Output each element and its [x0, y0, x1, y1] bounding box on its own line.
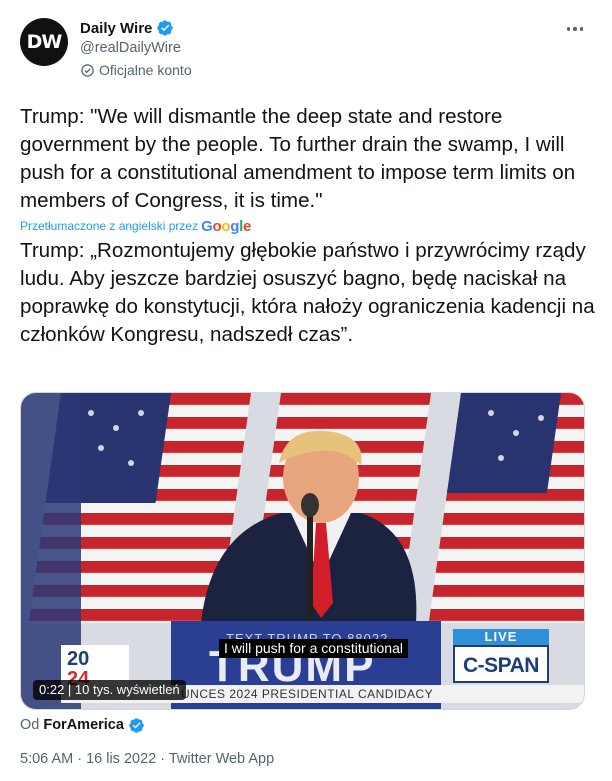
logo-2024-top: 20: [67, 648, 90, 670]
official-account-text: Oficjalne konto: [99, 62, 192, 78]
tweet-header: DW Daily Wire @realDailyWire Oficjalne k…: [20, 14, 592, 86]
live-label: LIVE: [453, 629, 549, 645]
account-handle[interactable]: @realDailyWire: [80, 40, 192, 56]
tweet-meta[interactable]: 5:06 AM · 16 lis 2022 · Twitter Web App: [20, 751, 274, 767]
translated-label: Przetłumaczone z angielski przez: [20, 219, 199, 233]
account-identity: Daily Wire @realDailyWire Oficjalne kont…: [80, 18, 192, 79]
name-row: Daily Wire: [80, 18, 192, 38]
verified-badge-icon: [129, 717, 144, 733]
avatar[interactable]: DW: [20, 18, 68, 66]
network-logo: C-SPAN: [453, 645, 549, 683]
video-player[interactable]: TEXT TRUMP TO 88022 TRUMP 20 24 LIVE C-S…: [20, 392, 585, 710]
verified-badge-icon: [157, 20, 174, 36]
official-account-icon: [81, 63, 94, 77]
via-source-link[interactable]: ForAmerica: [43, 717, 124, 733]
video-time-views: 0:22 | 10 tys. wyświetleń: [33, 680, 186, 700]
google-logo: Google: [201, 217, 251, 235]
video-source: Od ForAmerica: [20, 715, 145, 735]
tweet-text: Trump: "We will dismantle the deep state…: [20, 105, 576, 212]
official-account-label: Oficjalne konto: [80, 62, 192, 78]
video-caption: I will push for a constitutional: [219, 639, 408, 658]
cspan-bug: LIVE C-SPAN: [453, 629, 549, 683]
more-icon[interactable]: [560, 14, 590, 44]
translation-attribution[interactable]: Przetłumaczone z angielski przez Google: [20, 216, 251, 236]
display-name[interactable]: Daily Wire: [80, 20, 152, 37]
translated-text: Trump: „Rozmontujemy głębokie państwo i …: [20, 239, 595, 346]
via-prefix: Od: [20, 717, 40, 733]
